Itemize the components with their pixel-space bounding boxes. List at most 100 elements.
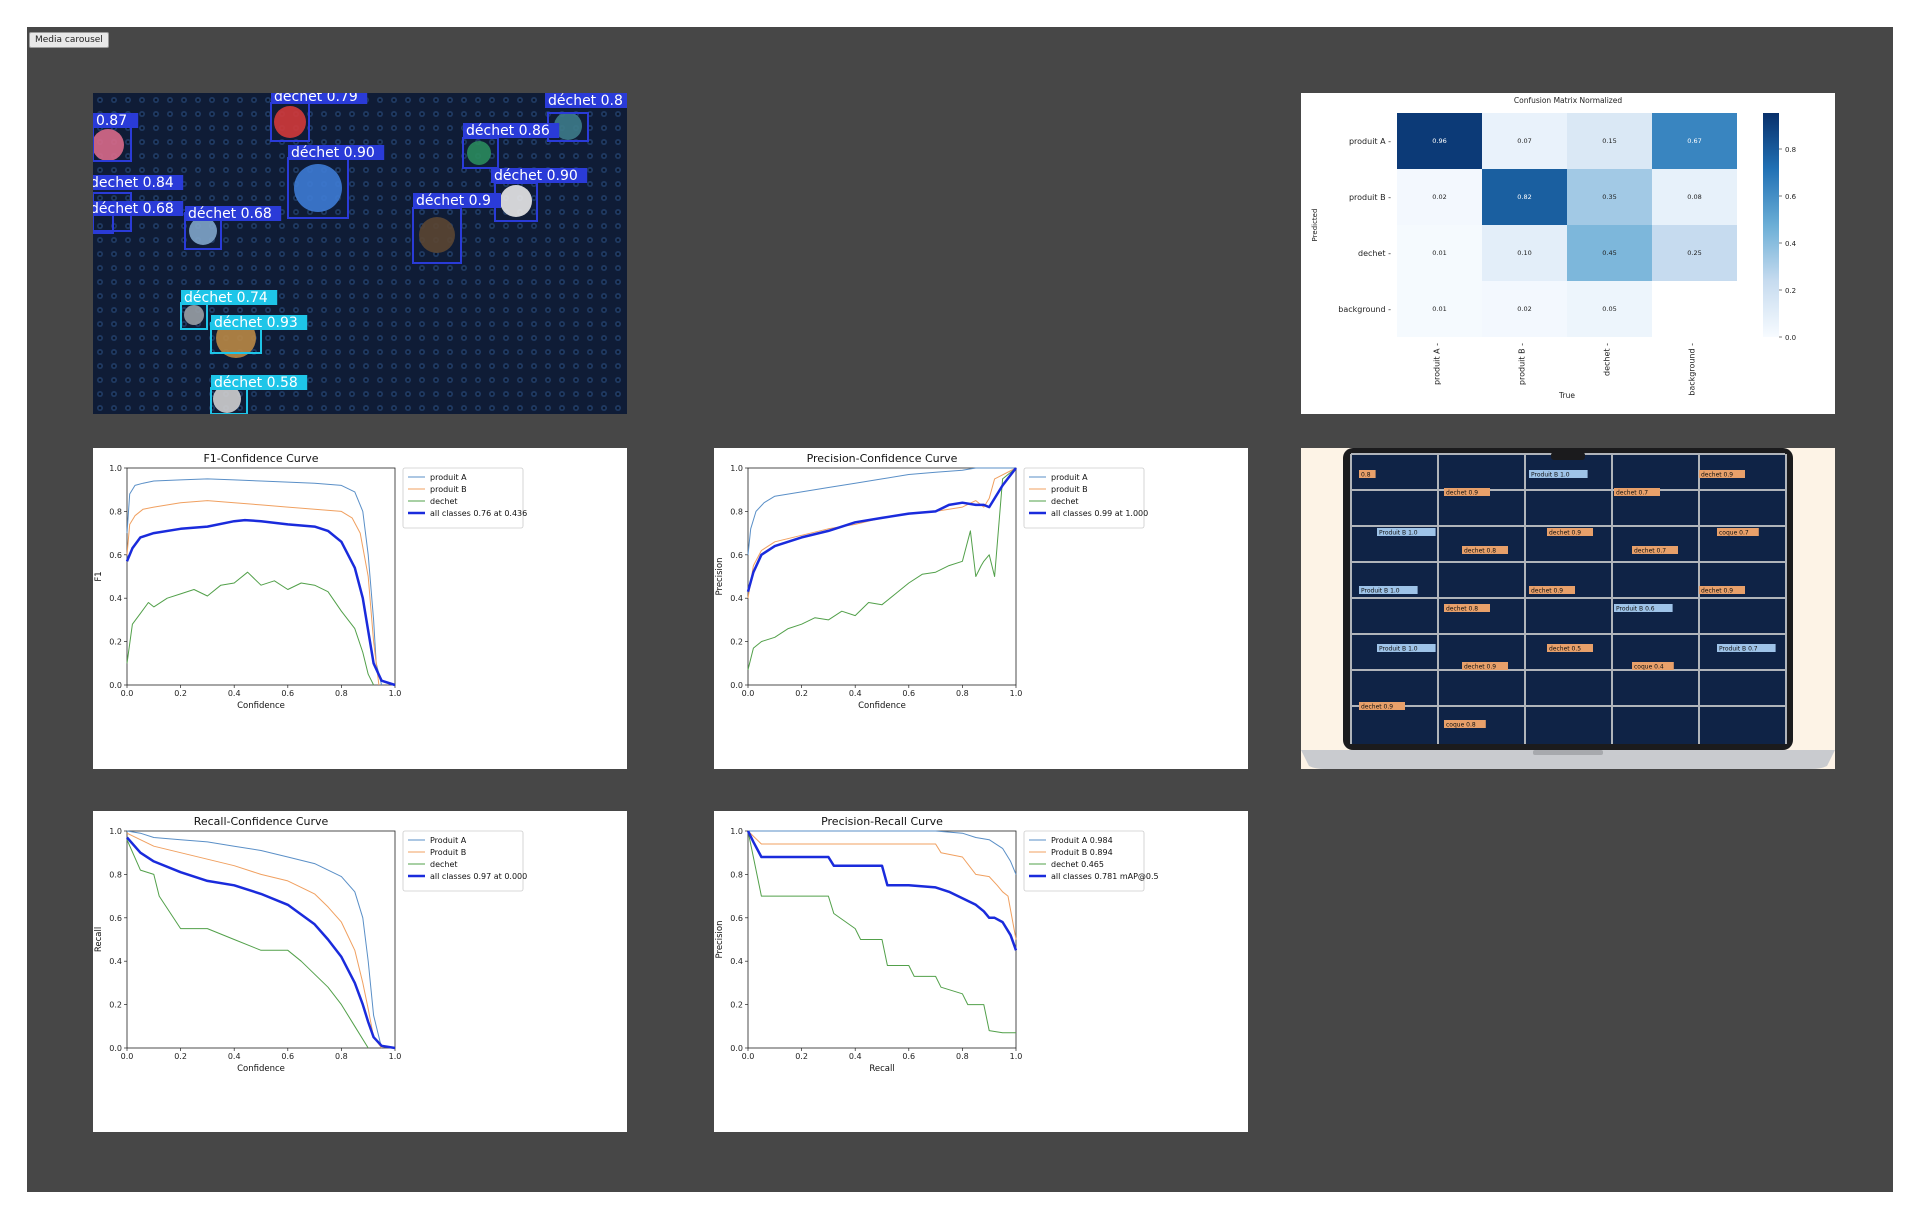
y-tick-label: 0.0 bbox=[109, 681, 122, 690]
cell-value: 0.35 bbox=[1602, 193, 1616, 201]
laptop-tag-label: dechet 0.7 bbox=[1616, 490, 1648, 497]
camera-notch bbox=[1551, 452, 1585, 460]
x-tick-label: 0.0 bbox=[742, 689, 755, 698]
x-axis-label: Confidence bbox=[237, 1064, 285, 1074]
colorbar-tick-label: 0.2 bbox=[1785, 287, 1796, 295]
y-tick-label: 0.0 bbox=[730, 1044, 743, 1053]
detected-object bbox=[500, 185, 532, 217]
detection-image[interactable]: t 0.87 déchet 0.79 déchet 0.8 déchet 0.86 dé… bbox=[93, 93, 627, 414]
y-axis-label: F1 bbox=[94, 571, 104, 581]
conveyor-texture bbox=[93, 93, 627, 414]
precision-confidence-chart: Precision-Confidence Curve 0.0 0.2 0.4 0.6 0.… bbox=[715, 452, 1148, 711]
y-tick-label: 1.0 bbox=[109, 464, 122, 473]
detection-label: déchet 0.86 bbox=[466, 123, 550, 139]
x-tick-label: 0.0 bbox=[121, 1052, 134, 1061]
laptop-tag-label: dechet 0.9 bbox=[1446, 490, 1478, 497]
laptop-tag-label: 0.8 bbox=[1361, 472, 1371, 479]
detected-object bbox=[184, 305, 204, 325]
x-tick-label: 0.8 bbox=[335, 1052, 348, 1061]
x-tick-label: 0.8 bbox=[956, 689, 969, 698]
detection-label: déchet 0.68 bbox=[93, 201, 174, 217]
x-tick-label: 1.0 bbox=[1010, 1052, 1023, 1061]
x-tick-label: 0.8 bbox=[956, 1052, 969, 1061]
laptop-canvas: 0.8 dechet 0.9 Produit B 1.0 dechet 0.7 dech… bbox=[1301, 448, 1835, 769]
colorbar bbox=[1763, 113, 1779, 337]
y-axis-label: Recall bbox=[94, 927, 104, 952]
laptop-tag-label: dechet 0.5 bbox=[1549, 646, 1581, 653]
laptop-tag-label: dechet 0.8 bbox=[1464, 548, 1496, 555]
cell-value: 0.96 bbox=[1432, 137, 1446, 145]
confusion-matrix-panel[interactable]: Confusion Matrix Normalized 0.96 0.07 0.15 0… bbox=[1301, 93, 1835, 414]
chart-title: Recall-Confidence Curve bbox=[194, 815, 329, 828]
y-tick-label: 0.4 bbox=[109, 957, 122, 966]
y-tick-label: 1.0 bbox=[109, 827, 122, 836]
precision-recall-panel[interactable]: Precision-Recall Curve 0.0 0.2 0.4 0.6 0.8 1.0… bbox=[714, 811, 1248, 1132]
precision-confidence-panel[interactable]: Precision-Confidence Curve 0.0 0.2 0.4 0.6 0.… bbox=[714, 448, 1248, 769]
recall-confidence-panel[interactable]: Recall-Confidence Curve 0.0 0.2 0.4 0.6 0.8 1.… bbox=[93, 811, 627, 1132]
laptop-tag-label: Produit B 1.0 bbox=[1361, 588, 1400, 595]
laptop-tag-label: Produit B 0.6 bbox=[1616, 606, 1655, 613]
detection-label: déchet 0.58 bbox=[214, 375, 298, 391]
cell-value: 0.82 bbox=[1517, 193, 1531, 201]
cell-value: 0.15 bbox=[1602, 137, 1616, 145]
laptop-tag-label: dechet 0.9 bbox=[1361, 704, 1393, 711]
x-tick-label: 1.0 bbox=[389, 1052, 402, 1061]
legend-label: all classes 0.97 at 0.000 bbox=[430, 872, 527, 881]
x-tick-label: 0.2 bbox=[795, 1052, 808, 1061]
x-tick-label: 1.0 bbox=[389, 689, 402, 698]
legend-label: produit B bbox=[430, 485, 467, 494]
x-axis-label: Recall bbox=[869, 1064, 894, 1074]
detected-object bbox=[419, 217, 455, 253]
detected-object bbox=[467, 141, 491, 165]
laptop-tag-label: Produit B 1.0 bbox=[1379, 646, 1418, 653]
detected-object bbox=[274, 106, 306, 138]
y-tick-label: 0.8 bbox=[730, 507, 743, 516]
laptop-tag-label: dechet 0.9 bbox=[1701, 588, 1733, 595]
laptop-tag-label: coque 0.7 bbox=[1719, 530, 1749, 537]
x-tick-label: 0.0 bbox=[742, 1052, 755, 1061]
legend-label: dechet bbox=[430, 497, 458, 506]
f1-confidence-panel[interactable]: F1-Confidence Curve 0.0 0.2 0.4 0.6 0.8 1.0 0.0… bbox=[93, 448, 627, 769]
y-tick-label: 0.4 bbox=[109, 594, 122, 603]
detected-object bbox=[294, 164, 342, 212]
laptop-tag-label: dechet 0.7 bbox=[1634, 548, 1666, 555]
detection-canvas: t 0.87 déchet 0.79 déchet 0.8 déchet 0.86 dé… bbox=[93, 93, 627, 414]
detected-object bbox=[93, 129, 124, 161]
x-tick-label: 0.2 bbox=[795, 689, 808, 698]
colorbar-tick-label: 0.8 bbox=[1785, 146, 1796, 154]
y-tick-label: 0.2 bbox=[109, 638, 122, 647]
y-tick-label: 0.8 bbox=[109, 507, 122, 516]
detection-label: déchet 0.90 bbox=[291, 145, 375, 161]
cell-value: 0.10 bbox=[1517, 249, 1531, 257]
legend-label: all classes 0.99 at 1.000 bbox=[1051, 509, 1148, 518]
plot-area bbox=[126, 467, 396, 686]
x-tick-label: 1.0 bbox=[1010, 689, 1023, 698]
confusion-matrix: Confusion Matrix Normalized 0.96 0.07 0.15 0… bbox=[1311, 96, 1797, 400]
cell-value: 0.01 bbox=[1432, 305, 1446, 313]
laptop-tag-label: dechet 0.9 bbox=[1531, 588, 1563, 595]
matrix-x-label: True bbox=[1558, 391, 1575, 400]
x-tick-label: 0.4 bbox=[849, 1052, 862, 1061]
x-axis-label: Confidence bbox=[237, 701, 285, 711]
x-tick-label: 0.8 bbox=[335, 689, 348, 698]
laptop-tag-label: dechet 0.9 bbox=[1549, 530, 1581, 537]
x-tick-label: 0.4 bbox=[228, 689, 241, 698]
cell-value: 0.45 bbox=[1602, 249, 1616, 257]
laptop-tag-label: dechet 0.8 bbox=[1446, 606, 1478, 613]
legend-label: dechet 0.465 bbox=[1051, 860, 1104, 869]
laptop-tag-label: Produit B 1.0 bbox=[1531, 472, 1570, 479]
x-tick-label: 0.0 bbox=[121, 689, 134, 698]
confusion-title: Confusion Matrix Normalized bbox=[1514, 96, 1622, 105]
y-tick-label: 0.0 bbox=[109, 1044, 122, 1053]
chart-title: Precision-Recall Curve bbox=[821, 815, 943, 828]
colorbar-tick-label: 0.4 bbox=[1785, 240, 1797, 248]
detection-label: déchet 0.8 bbox=[548, 93, 623, 109]
cell-value: 0.07 bbox=[1517, 137, 1531, 145]
y-tick-label: 0.0 bbox=[730, 681, 743, 690]
y-tick-label: 0.2 bbox=[730, 638, 743, 647]
detection-label: déchet 0.68 bbox=[188, 206, 272, 222]
y-tick-label: 0.6 bbox=[730, 551, 743, 560]
x-tick-label: 0.6 bbox=[281, 1052, 294, 1061]
laptop-screenshot-image[interactable]: 0.8 dechet 0.9 Produit B 1.0 dechet 0.7 dech… bbox=[1301, 448, 1835, 769]
media-carousel-label[interactable]: Media carousel bbox=[29, 32, 109, 48]
